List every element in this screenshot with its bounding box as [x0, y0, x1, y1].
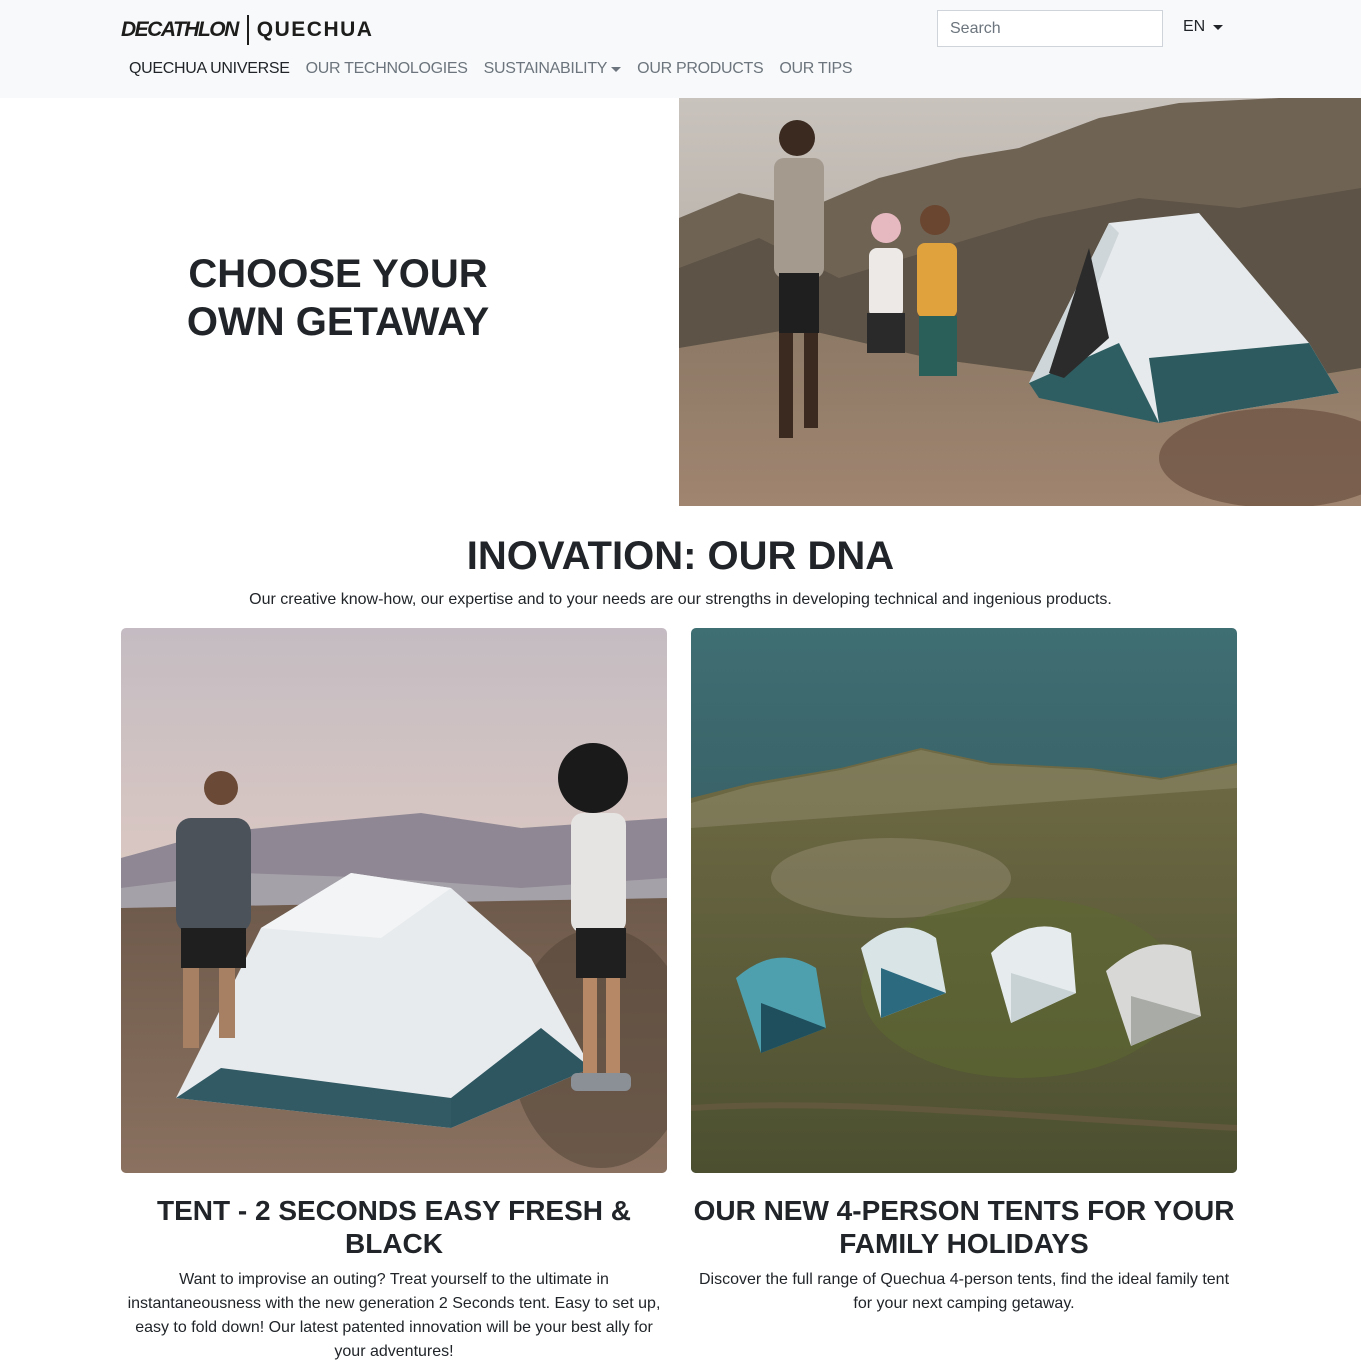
card-title[interactable]: TENT - 2 SECONDS EASY FRESH & BLACK — [121, 1194, 667, 1260]
language-selector[interactable]: EN — [1183, 18, 1224, 36]
card-title[interactable]: OUR NEW 4-PERSON TENTS FOR YOUR FAMILY H… — [691, 1194, 1237, 1260]
site-header: DECATHLON QUECHUA QUECHUA UNIVERSE OUR T… — [0, 0, 1361, 98]
nav-item-our-technologies[interactable]: OUR TECHNOLOGIES — [298, 60, 476, 78]
nav-item-sustainability[interactable]: SUSTAINABILITY — [476, 60, 630, 78]
hero-title-line: CHOOSE YOUR — [188, 252, 488, 296]
nav-label: SUSTAINABILITY — [483, 60, 608, 77]
brand-logo[interactable]: DECATHLON QUECHUA — [121, 14, 373, 46]
chevron-down-icon — [611, 66, 622, 72]
decathlon-wordmark: DECATHLON — [121, 18, 239, 41]
hero-image — [679, 98, 1361, 506]
main-nav: QUECHUA UNIVERSE OUR TECHNOLOGIES SUSTAI… — [121, 56, 860, 82]
search-input[interactable] — [937, 10, 1163, 47]
section-title: INOVATION: OUR DNA — [466, 534, 895, 578]
card-text: Want to improvise an outing? Treat yours… — [127, 1271, 661, 1360]
logo-divider — [246, 15, 249, 45]
card-text: Discover the full range of Quechua 4-per… — [698, 1271, 1230, 1312]
nav-item-our-products[interactable]: OUR PRODUCTS — [629, 60, 771, 78]
language-label: EN — [1183, 18, 1206, 35]
nav-item-our-tips[interactable]: OUR TIPS — [771, 60, 860, 78]
hero-title-line: OWN GETAWAY — [186, 300, 490, 344]
hero-title: CHOOSE YOUR OWN GETAWAY — [121, 250, 555, 346]
nav-label: QUECHUA UNIVERSE — [129, 60, 290, 77]
section-description: Our creative know-how, our expertise and… — [249, 591, 1112, 608]
nav-item-quechua-universe[interactable]: QUECHUA UNIVERSE — [121, 60, 298, 78]
chevron-down-icon — [1213, 24, 1224, 30]
nav-label: OUR TECHNOLOGIES — [305, 60, 468, 77]
card-image-4-person-tents[interactable] — [691, 628, 1237, 1173]
nav-label: OUR TIPS — [779, 60, 853, 77]
nav-label: OUR PRODUCTS — [637, 60, 764, 77]
card-image-2-seconds-tent[interactable] — [121, 628, 667, 1173]
quechua-wordmark: QUECHUA — [256, 18, 374, 41]
